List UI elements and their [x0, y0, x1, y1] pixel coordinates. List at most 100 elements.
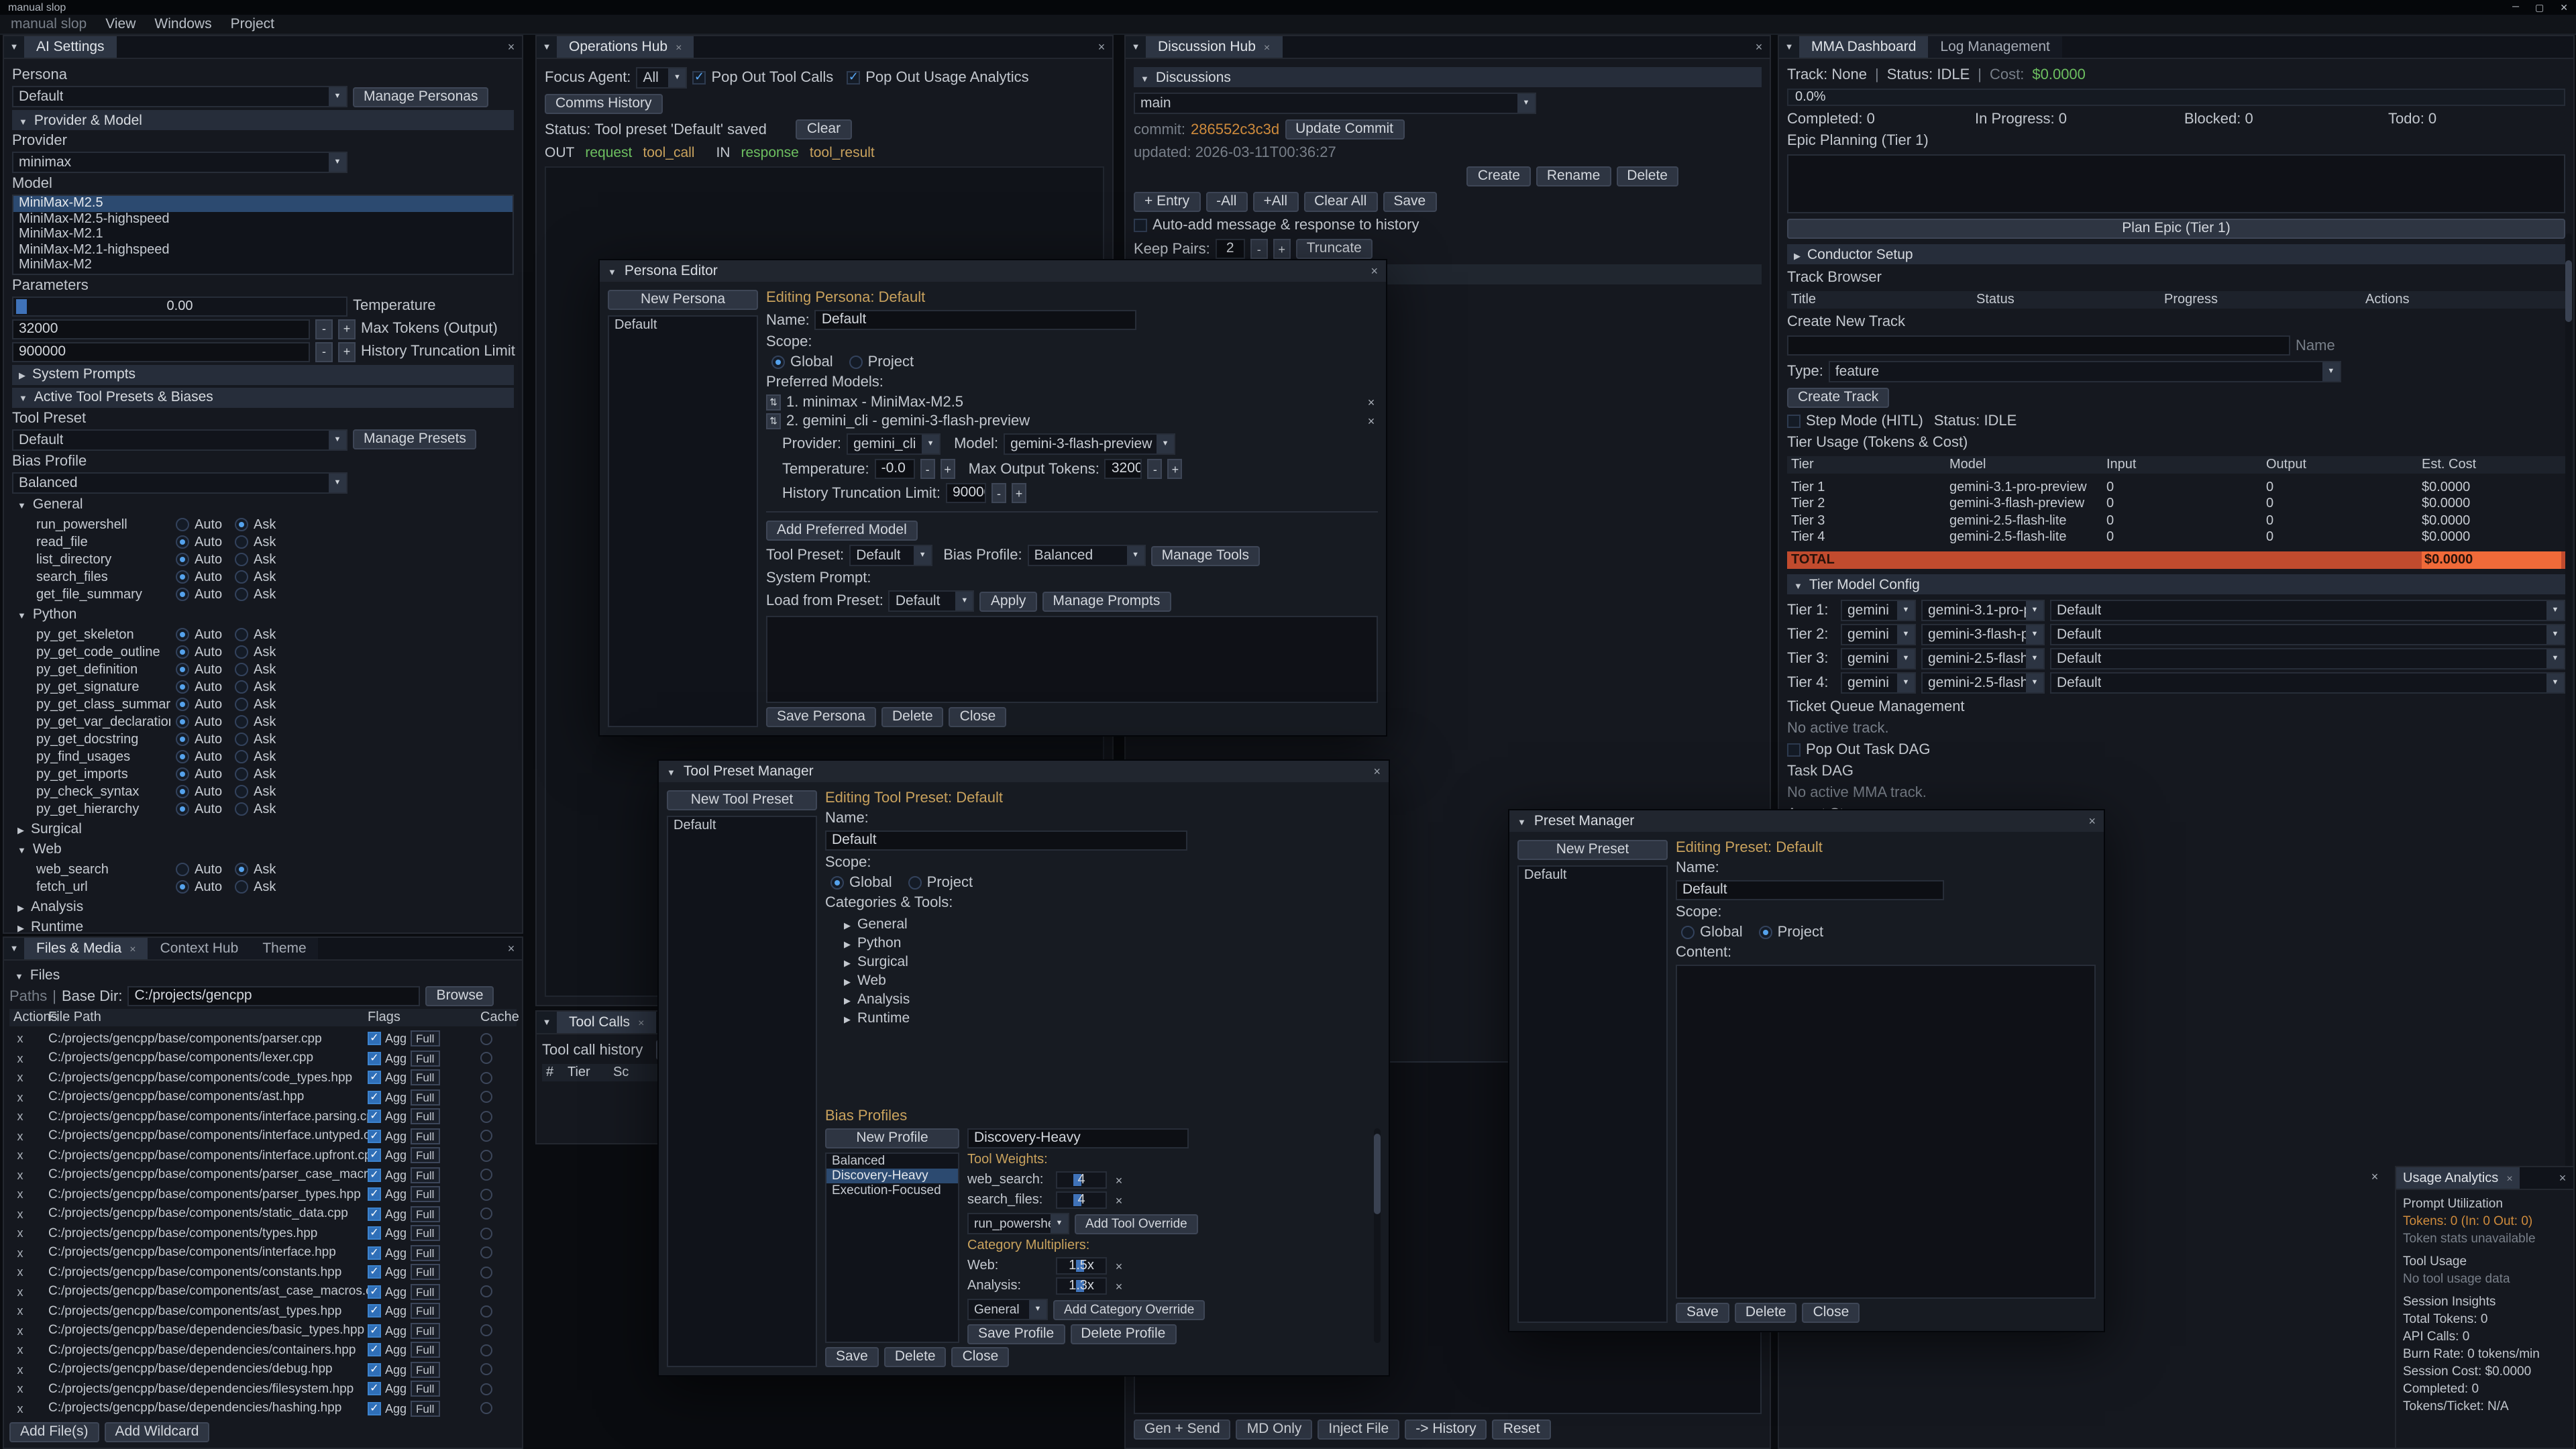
auto-radio[interactable]	[176, 715, 189, 729]
tool-group-web[interactable]: Web	[12, 841, 514, 858]
tab-close-icon[interactable]	[129, 943, 136, 955]
chevron-down-icon[interactable]	[2546, 625, 2564, 644]
auto-radio[interactable]	[176, 733, 189, 746]
tool-group-surgical[interactable]: Surgical	[12, 820, 514, 838]
tier-preset-select[interactable]: Default	[2050, 600, 2565, 621]
scrollbar-thumb[interactable]	[1374, 1134, 1381, 1214]
full-toggle[interactable]: Full	[411, 1245, 439, 1261]
auto-add-checkbox[interactable]	[1134, 219, 1147, 232]
agg-checkbox[interactable]	[368, 1149, 381, 1163]
full-toggle[interactable]: Full	[411, 1148, 439, 1164]
pop-out-tool-calls-checkbox[interactable]	[692, 71, 706, 85]
agg-checkbox[interactable]	[368, 1071, 381, 1085]
full-toggle[interactable]: Full	[411, 1265, 439, 1281]
pe-hist-input[interactable]: 900000	[946, 483, 986, 503]
decrement-button[interactable]: -	[315, 341, 333, 362]
model-option[interactable]: MiniMax-M2.5	[13, 196, 513, 211]
tool-preset-manager-titlebar[interactable]: Tool Preset Manager	[659, 761, 1389, 782]
bias-profile-item[interactable]: Discovery-Heavy	[826, 1169, 958, 1183]
collapse-icon[interactable]	[667, 763, 676, 780]
epic-planning-input[interactable]	[1787, 154, 2565, 213]
remove-file-button[interactable]: x	[13, 1130, 27, 1143]
discussion-manage-button[interactable]: Create	[1467, 166, 1531, 186]
save-preset-button[interactable]: Save	[1676, 1303, 1729, 1323]
agg-checkbox[interactable]	[368, 1091, 381, 1104]
remove-file-button[interactable]: x	[13, 1149, 27, 1163]
add-category-override-button[interactable]: Add Category Override	[1053, 1299, 1205, 1320]
clear-status-button[interactable]: Clear	[796, 119, 851, 140]
auto-radio[interactable]	[176, 863, 189, 876]
remove-file-button[interactable]: x	[13, 1071, 27, 1085]
ask-radio[interactable]	[235, 628, 248, 641]
full-toggle[interactable]: Full	[411, 1303, 439, 1320]
weight-slider[interactable]: 4	[1056, 1171, 1107, 1189]
full-toggle[interactable]: Full	[411, 1089, 439, 1106]
auto-radio[interactable]	[176, 570, 189, 584]
panel-close-icon[interactable]	[1748, 36, 1770, 58]
ask-radio[interactable]	[235, 698, 248, 711]
chevron-down-icon[interactable]	[1127, 546, 1144, 565]
tool-group-general[interactable]: General	[12, 496, 514, 513]
full-toggle[interactable]: Full	[411, 1226, 439, 1242]
app-menu[interactable]: manual slop	[11, 16, 87, 32]
ask-radio[interactable]	[235, 802, 248, 816]
manage-presets-button[interactable]: Manage Presets	[353, 429, 477, 449]
ask-radio[interactable]	[235, 750, 248, 763]
panel-close-icon[interactable]	[500, 938, 522, 959]
remove-file-button[interactable]: x	[13, 1285, 27, 1299]
provider-select[interactable]: minimax	[12, 152, 347, 173]
manage-personas-button[interactable]: Manage Personas	[353, 87, 488, 107]
agg-checkbox[interactable]	[368, 1246, 381, 1260]
ask-radio[interactable]	[235, 767, 248, 781]
remove-model-icon[interactable]: ×	[1364, 396, 1378, 409]
multiplier-slider[interactable]: 1.5x	[1056, 1257, 1107, 1275]
scrollbar-thumb[interactable]	[2565, 260, 2572, 322]
menu-view[interactable]: View	[105, 16, 136, 32]
pe-provider-select[interactable]: gemini_cli	[847, 433, 941, 455]
persona-list-item[interactable]: Default	[609, 317, 757, 335]
remove-multiplier-icon[interactable]: ×	[1112, 1259, 1126, 1273]
full-toggle[interactable]: Full	[411, 1051, 439, 1067]
ask-radio[interactable]	[235, 535, 248, 549]
create-track-button[interactable]: Create Track	[1787, 388, 1889, 408]
paths-label[interactable]: Paths	[9, 988, 47, 1004]
scope-global-radio[interactable]	[1681, 926, 1695, 939]
full-toggle[interactable]: Full	[411, 1070, 439, 1086]
agg-checkbox[interactable]	[368, 1305, 381, 1318]
persona-select[interactable]: Default	[12, 86, 347, 107]
full-toggle[interactable]: Full	[411, 1342, 439, 1358]
full-toggle[interactable]: Full	[411, 1401, 439, 1417]
chevron-down-icon[interactable]	[922, 435, 939, 453]
chevron-down-icon[interactable]	[329, 430, 346, 449]
decrement-button[interactable]: -	[315, 319, 333, 339]
auto-radio[interactable]	[176, 588, 189, 601]
auto-radio[interactable]	[176, 680, 189, 694]
browse-button[interactable]: Browse	[426, 986, 494, 1006]
save-tool-preset-button[interactable]: Save	[825, 1347, 879, 1367]
tool-override-select[interactable]: run_powershell	[967, 1213, 1069, 1234]
delete-preset-button[interactable]: Delete	[1735, 1303, 1797, 1323]
tier-model-config-header[interactable]: Tier Model Config	[1787, 574, 2565, 594]
agg-checkbox[interactable]	[368, 1188, 381, 1201]
save-persona-button[interactable]: Save Persona	[766, 707, 876, 727]
temperature-slider[interactable]: 0.00	[12, 296, 347, 316]
bias-editor-scrollbar[interactable]	[1374, 1128, 1381, 1343]
remove-file-button[interactable]: x	[13, 1169, 27, 1182]
scope-global-radio[interactable]	[771, 356, 785, 369]
chevron-down-icon[interactable]	[956, 592, 973, 610]
preset-content-textarea[interactable]	[1676, 965, 2096, 1299]
tool-group-python[interactable]: Python	[12, 606, 514, 623]
increment-button[interactable]: +	[941, 459, 955, 479]
pop-out-dag-checkbox[interactable]	[1787, 743, 1801, 757]
conductor-setup-header[interactable]: Conductor Setup	[1787, 244, 2565, 264]
keep-pairs-input[interactable]: 2	[1216, 239, 1245, 259]
bias-profile-select[interactable]: Balanced	[12, 472, 347, 493]
tab-close-icon[interactable]	[638, 1016, 644, 1028]
remove-multiplier-icon[interactable]: ×	[1112, 1279, 1126, 1293]
remove-file-button[interactable]: x	[13, 1246, 27, 1260]
chevron-down-icon[interactable]	[668, 68, 686, 87]
chevron-down-icon[interactable]	[1157, 435, 1174, 453]
auto-radio[interactable]	[176, 880, 189, 894]
chevron-down-icon[interactable]	[1897, 625, 1915, 644]
system-prompts-header[interactable]: System Prompts	[12, 364, 514, 384]
